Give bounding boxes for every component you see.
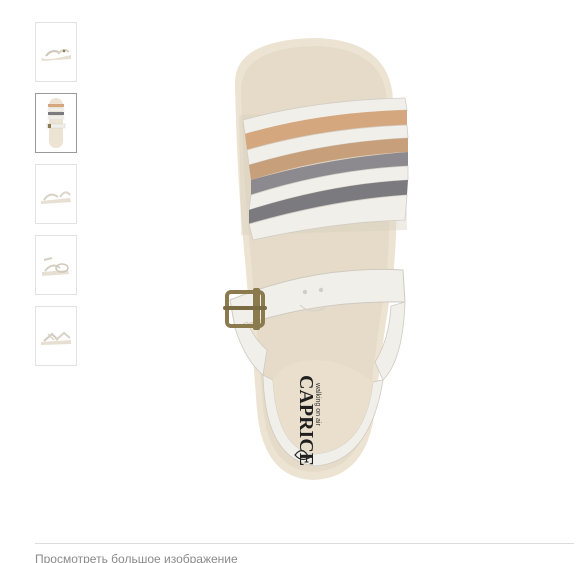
sandal-top-view-image: CAPRICE walking on air bbox=[223, 38, 409, 480]
divider-line bbox=[35, 543, 574, 544]
thumbnail-sole-view[interactable] bbox=[35, 306, 77, 366]
main-product-image[interactable]: CAPRICE walking on air bbox=[205, 30, 455, 500]
brand-tagline: walking on air bbox=[314, 382, 321, 426]
sandal-side-thumbnail-icon bbox=[41, 48, 71, 61]
thumbnail-side-alt-view[interactable] bbox=[35, 164, 77, 224]
sandal-sole-thumbnail-icon bbox=[41, 331, 71, 345]
sandal-top-thumbnail-icon bbox=[46, 98, 66, 148]
thumbnail-top-view[interactable] bbox=[35, 93, 77, 153]
sandal-side-alt-thumbnail-icon bbox=[41, 191, 71, 204]
view-larger-image-link[interactable]: Просмотреть большое изображение bbox=[35, 552, 238, 563]
thumbnail-list bbox=[35, 22, 79, 377]
sandal-pair-thumbnail-icon bbox=[42, 257, 69, 276]
thumbnail-pair-view[interactable] bbox=[35, 235, 77, 295]
product-gallery: CAPRICE walking on air Просмотреть больш… bbox=[0, 0, 584, 563]
thumbnail-side-view[interactable] bbox=[35, 22, 77, 82]
